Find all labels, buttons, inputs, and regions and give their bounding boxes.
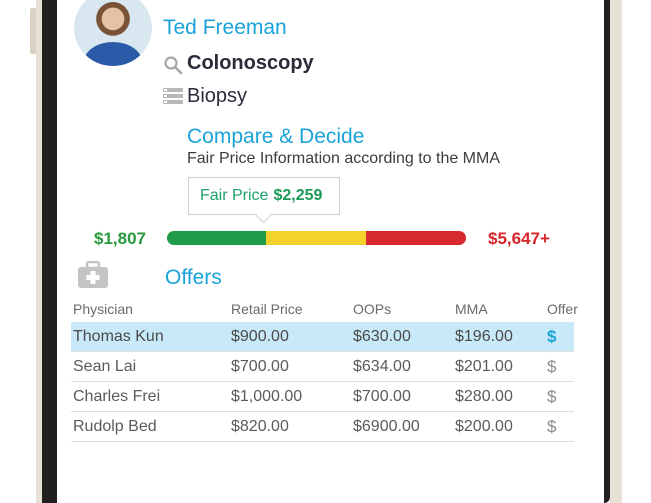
column-header-offer: Offer bbox=[547, 301, 578, 317]
fair-price-value: $2,259 bbox=[273, 187, 323, 204]
phone-frame-right bbox=[610, 0, 622, 503]
column-header-mma: MMA bbox=[455, 301, 488, 317]
offer-dollar-icon[interactable]: $ bbox=[547, 357, 556, 377]
column-header-oops: OOPs bbox=[353, 301, 392, 317]
list-icon bbox=[163, 88, 183, 104]
table-row[interactable]: Sean Lai $700.00 $634.00 $201.00 $ bbox=[71, 352, 574, 382]
avatar-shirt bbox=[84, 42, 142, 66]
retail-price: $700.00 bbox=[231, 357, 289, 375]
column-header-retail-price: Retail Price bbox=[231, 301, 303, 317]
bar-segment-high bbox=[366, 231, 466, 245]
physician-name: Thomas Kun bbox=[73, 327, 164, 345]
physician-name: Charles Frei bbox=[73, 387, 161, 405]
compare-subtitle: Fair Price Information according to the … bbox=[187, 150, 501, 167]
retail-price: $1,000.00 bbox=[231, 387, 303, 405]
search-icon bbox=[164, 56, 183, 75]
offers-table: Physician Retail Price OOPs MMA Offer Th… bbox=[71, 296, 578, 442]
oops-price: $6900.00 bbox=[353, 417, 420, 435]
procedure-name: Colonoscopy bbox=[187, 52, 314, 74]
retail-price: $900.00 bbox=[231, 327, 289, 345]
column-header-physician: Physician bbox=[73, 301, 133, 317]
offer-dollar-icon[interactable]: $ bbox=[547, 327, 556, 347]
price-range-high: $5,647+ bbox=[488, 229, 550, 248]
phone-bezel-left bbox=[42, 0, 57, 503]
mma-price: $196.00 bbox=[455, 327, 513, 345]
oops-price: $630.00 bbox=[353, 327, 411, 345]
mma-price: $280.00 bbox=[455, 387, 513, 405]
bar-segment-fair bbox=[167, 231, 266, 245]
medical-kit-icon bbox=[78, 261, 108, 288]
avatar[interactable] bbox=[74, 0, 152, 66]
physician-name: Rudolp Bed bbox=[73, 417, 157, 435]
bar-segment-moderate bbox=[266, 231, 366, 245]
fair-price-label: Fair Price bbox=[200, 187, 269, 204]
table-row[interactable]: Rudolp Bed $820.00 $6900.00 $200.00 $ bbox=[71, 412, 574, 442]
mma-price: $201.00 bbox=[455, 357, 513, 375]
table-header: Physician Retail Price OOPs MMA Offer bbox=[71, 296, 578, 322]
mma-price: $200.00 bbox=[455, 417, 513, 435]
oops-price: $700.00 bbox=[353, 387, 411, 405]
physician-name: Sean Lai bbox=[73, 357, 137, 375]
category-name: Biopsy bbox=[187, 85, 248, 107]
table-row[interactable]: Charles Frei $1,000.00 $700.00 $280.00 $ bbox=[71, 382, 574, 412]
table-row[interactable]: Thomas Kun $900.00 $630.00 $196.00 $ bbox=[71, 322, 574, 352]
compare-title: Compare & Decide bbox=[187, 125, 365, 148]
retail-price: $820.00 bbox=[231, 417, 289, 435]
price-range-bar bbox=[167, 231, 466, 245]
patient-name[interactable]: Ted Freeman bbox=[163, 16, 287, 40]
oops-price: $634.00 bbox=[353, 357, 411, 375]
offer-dollar-icon[interactable]: $ bbox=[547, 387, 556, 407]
offer-dollar-icon[interactable]: $ bbox=[547, 417, 556, 437]
offers-title: Offers bbox=[165, 266, 222, 289]
price-range-low: $1,807 bbox=[94, 229, 146, 248]
